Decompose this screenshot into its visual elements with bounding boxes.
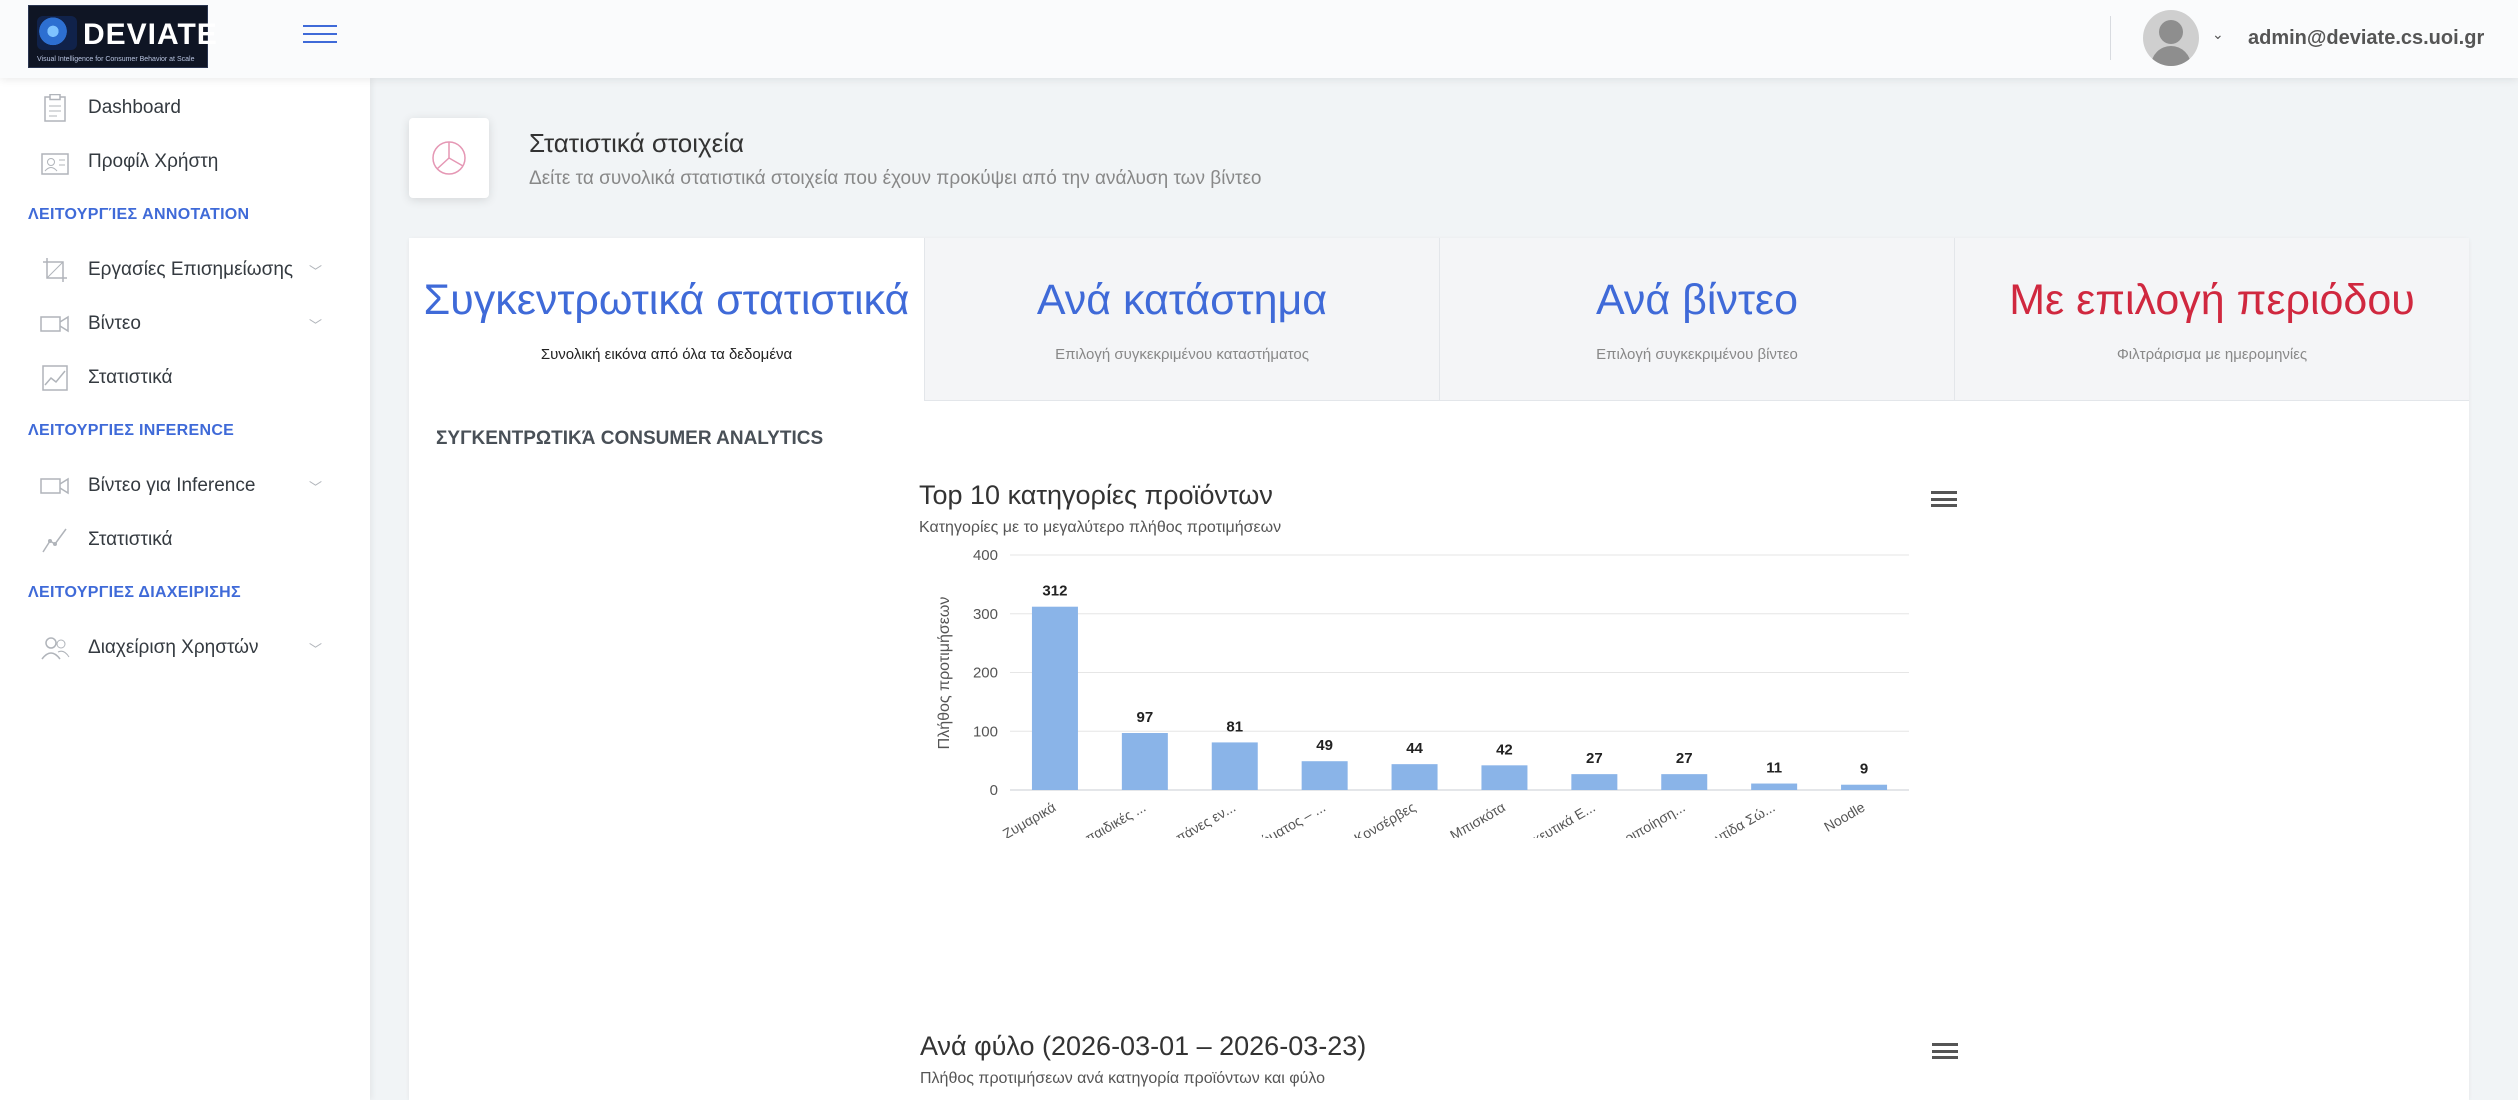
y-tick-label: 200	[973, 665, 998, 682]
data-label: 27	[1676, 750, 1693, 767]
bar	[1661, 774, 1708, 790]
tab-title: Ανά κατάστημα	[1036, 276, 1328, 324]
sidebar-item-label: Εργασίες Επισημείωσης	[88, 259, 294, 280]
chart-menu-icon[interactable]	[1931, 491, 1957, 511]
sidebar-item-label: Στατιστικά	[88, 529, 173, 550]
page-title: Στατιστικά στοιχεία	[529, 128, 745, 158]
bar	[1031, 606, 1078, 790]
data-label: 97	[1137, 709, 1154, 726]
y-tick-label: 100	[973, 723, 998, 740]
tab-subtitle: Φιλτράρισμα με ημερομηνίες	[2116, 346, 2308, 363]
video-camera-icon	[40, 309, 70, 339]
data-label: 9	[1860, 761, 1868, 778]
y-tick-label: 300	[973, 606, 998, 623]
clipboard-icon	[40, 93, 70, 123]
logo-mark-icon	[37, 16, 77, 50]
y-axis-label: Πλήθος προτιμήσεων	[936, 597, 953, 750]
bar	[1481, 765, 1528, 790]
sidebar: Dashboard Προφίλ Χρήστη ΛΕΙΤΟΥΡΓΊΕΣ ANNO…	[0, 78, 370, 1100]
chart-title-gender: Ανά φύλο (2026-03-01 – 2026-03-23)	[920, 1031, 1367, 1061]
tab-subtitle: Επιλογή συγκεκριμένου βίντεο	[1596, 346, 1798, 363]
user-email: admin@deviate.cs.uoi.gr	[2248, 27, 2485, 49]
chart-subtitle: Κατηγορίες με το μεγαλύτερο πλήθος προτι…	[919, 519, 1282, 536]
deviate-logo[interactable]: DEVIATE Visual Intelligence for Consumer…	[28, 5, 217, 68]
sidebar-item-label: Βίντεο για Inference	[88, 475, 256, 496]
tab-title: Συγκεντρωτικά στατιστικά	[423, 276, 910, 324]
data-label: 27	[1586, 750, 1603, 767]
line-graph-icon	[40, 525, 70, 555]
section-title: ΣΥΓΚΕΝΤΡΩΤΙΚΆ CONSUMER ANALYTICS	[436, 428, 824, 449]
sidebar-item-annotation-stats[interactable]: Στατιστικά	[40, 360, 330, 396]
sidebar-item-label: Προφίλ Χρήστη	[88, 151, 219, 172]
bar	[1571, 774, 1618, 790]
chevron-down-icon: ﹀	[308, 642, 322, 657]
statistics-card: Συγκεντρωτικά στατιστικά Συνολική εικόνα…	[409, 238, 2469, 1100]
id-card-icon	[40, 147, 70, 177]
bar	[1211, 742, 1258, 790]
top-header: DEVIATE Visual Intelligence for Consumer…	[0, 0, 2518, 78]
x-tick-label: Κονσέρβες	[1351, 799, 1418, 838]
sidebar-item-label: Στατιστικά	[88, 367, 173, 388]
tab-aggregate[interactable]: Συγκεντρωτικά στατιστικά Συνολική εικόνα…	[409, 238, 924, 401]
bar	[1391, 764, 1438, 790]
chart-title: Top 10 κατηγορίες προϊόντων	[919, 480, 1273, 510]
data-label: 42	[1496, 741, 1513, 758]
sidebar-item-annotation-tasks[interactable]: Εργασίες Επισημείωσης ﹀	[40, 252, 330, 288]
sidebar-heading-inference: ΛΕΙΤΟΥΡΓΙΕΣ INFERENCE	[28, 422, 235, 439]
bar	[1301, 761, 1348, 790]
data-label: 49	[1316, 737, 1333, 754]
sidebar-item-user-management[interactable]: Διαχείριση Χρηστών ﹀	[40, 630, 330, 666]
area-chart-icon	[40, 363, 70, 393]
data-label: 81	[1226, 718, 1243, 735]
tab-subtitle: Επιλογή συγκεκριμένου καταστήματος	[1055, 346, 1309, 363]
crop-icon	[40, 255, 70, 285]
bar	[1841, 784, 1888, 790]
video-camera-icon	[40, 471, 70, 501]
sidebar-item-inference-videos[interactable]: Βίντεο για Inference ﹀	[40, 468, 330, 504]
chevron-down-icon[interactable]: ⌄	[2212, 26, 2224, 43]
chevron-down-icon: ﹀	[308, 318, 322, 333]
menu-toggle-icon[interactable]	[303, 25, 337, 47]
sidebar-item-label: Βίντεο	[88, 313, 141, 334]
data-label: 44	[1406, 740, 1423, 757]
bar-chart: 0 100 200 300 400 Πλήθος προτιμήσεων 312 Ζυμαρι…	[936, 547, 1909, 838]
data-label: 11	[1766, 760, 1782, 777]
users-icon	[40, 633, 70, 663]
sidebar-heading-management: ΛΕΙΤΟΥΡΓΙΕΣ ΔΙΑΧΕΙΡΙΣΗΣ	[28, 584, 241, 601]
sidebar-item-dashboard[interactable]: Dashboard	[40, 90, 330, 126]
avatar[interactable]	[2143, 10, 2199, 66]
tab-title: Με επιλογή περιόδου	[2009, 276, 2415, 324]
x-tick-label: Μπισκότα	[1447, 799, 1508, 838]
logo-subtitle: Visual Intelligence for Consumer Behavio…	[37, 56, 195, 63]
tab-per-video[interactable]: Ανά βίντεο Επιλογή συγκεκριμένου βίντεο	[1439, 238, 1954, 401]
header-divider	[2110, 16, 2111, 60]
y-tick-label: 0	[990, 782, 998, 799]
x-tick-label: Ζυμαρικά	[1000, 799, 1059, 838]
data-label: 312	[1042, 583, 1067, 600]
chart-menu-icon[interactable]	[1932, 1043, 1958, 1063]
bar	[1751, 783, 1798, 790]
chevron-down-icon: ﹀	[308, 264, 322, 279]
tab-subtitle: Συνολική εικόνα από όλα τα δεδομένα	[540, 346, 793, 363]
sidebar-item-inference-stats[interactable]: Στατιστικά	[40, 522, 330, 558]
sidebar-item-label: Διαχείριση Χρηστών	[88, 637, 259, 658]
y-tick-label: 400	[973, 547, 998, 564]
tab-per-store[interactable]: Ανά κατάστημα Επιλογή συγκεκριμένου κατα…	[924, 238, 1439, 401]
x-tick-label: Noodle	[1821, 799, 1868, 835]
sidebar-item-videos[interactable]: Βίντεο ﹀	[40, 306, 330, 342]
tab-period[interactable]: Με επιλογή περιόδου Φιλτράρισμα με ημερο…	[1954, 238, 2469, 401]
chevron-down-icon: ﹀	[308, 480, 322, 495]
chart-subtitle-gender: Πλήθος προτιμήσεων ανά κατηγορία προϊόντ…	[920, 1070, 1325, 1087]
tab-title: Ανά βίντεο	[1595, 276, 1799, 324]
sidebar-heading-annotation: ΛΕΙΤΟΥΡΓΊΕΣ ANNOTATION	[28, 206, 250, 223]
pie-chart-icon	[409, 118, 489, 198]
sidebar-item-profile[interactable]: Προφίλ Χρήστη	[40, 144, 330, 180]
bar	[1121, 733, 1168, 790]
logo-text: DEVIATE	[83, 18, 218, 51]
sidebar-item-label: Dashboard	[88, 97, 181, 118]
page-subtitle: Δείτε τα συνολικά στατιστικά στοιχεία πο…	[529, 168, 1262, 189]
